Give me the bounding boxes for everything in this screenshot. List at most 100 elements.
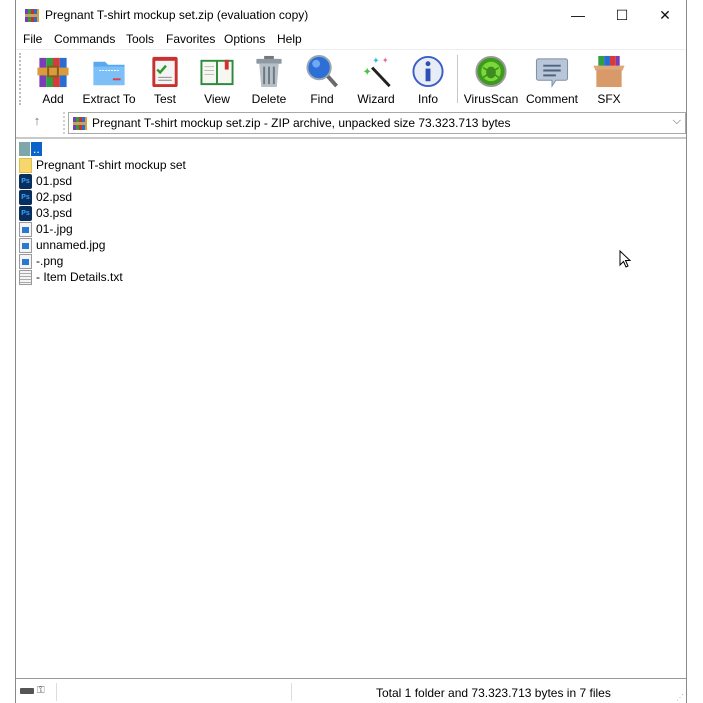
menu-tools[interactable]: Tools — [126, 32, 154, 46]
sfx-box-icon — [593, 55, 625, 88]
photoshop-file-icon: Ps — [19, 173, 32, 189]
file-name: unnamed.jpg — [36, 238, 106, 252]
view-book-icon — [200, 59, 234, 86]
list-item[interactable]: Ps 01.psd — [19, 173, 72, 189]
find-button[interactable]: Find — [304, 54, 340, 106]
view-label: View — [204, 92, 230, 106]
file-name: .. — [31, 142, 42, 156]
status-divider — [291, 683, 292, 701]
file-list[interactable]: .. Pregnant T-shirt mockup set Ps 01.psd… — [16, 137, 686, 679]
delete-label: Delete — [251, 92, 287, 106]
test-label: Test — [153, 92, 176, 106]
photoshop-file-icon: Ps — [19, 189, 32, 205]
file-name: 02.psd — [36, 190, 73, 204]
virus-scan-icon — [475, 55, 507, 88]
comment-button[interactable]: Comment — [526, 54, 578, 106]
key-icon[interactable]: ⚿ — [37, 686, 45, 696]
extract-folder-icon — [93, 61, 125, 86]
menu-file[interactable]: File — [23, 32, 42, 46]
mouse-cursor-icon — [619, 250, 632, 268]
text-file-icon — [19, 269, 32, 285]
menu-help[interactable]: Help — [277, 32, 302, 46]
comment-label: Comment — [526, 92, 579, 106]
comment-icon — [535, 58, 569, 88]
menu-options[interactable]: Options — [224, 32, 265, 46]
test-button[interactable]: Test — [147, 54, 183, 106]
toolbar-separator — [457, 55, 458, 103]
minimize-button[interactable]: — — [556, 0, 600, 30]
list-item[interactable]: Ps 02.psd — [19, 189, 72, 205]
list-item[interactable]: -.png — [19, 253, 63, 269]
menu-bar: File Commands Tools Favorites Options He… — [16, 30, 686, 49]
image-file-icon — [19, 253, 32, 269]
add-button[interactable]: Add — [35, 54, 71, 106]
virusscan-button[interactable]: VirusScan — [463, 54, 519, 106]
add-label: Add — [42, 92, 64, 106]
toolbar: Add Extract To Test View Delete Find ✦ ✦… — [16, 49, 686, 107]
image-file-icon — [19, 237, 32, 253]
info-button[interactable]: Info — [410, 54, 446, 106]
status-text: Total 1 folder and 73.323.713 bytes in 7… — [376, 686, 611, 700]
chevron-down-icon[interactable]: ⌵ — [673, 115, 681, 128]
list-item-parent[interactable]: .. — [19, 141, 42, 157]
folder-icon — [19, 157, 32, 173]
winrar-archive-icon — [73, 117, 87, 130]
address-grip[interactable] — [63, 112, 65, 134]
address-text: Pregnant T-shirt mockup set.zip - ZIP ar… — [92, 116, 511, 130]
trash-icon — [256, 55, 282, 88]
list-item[interactable]: Ps 03.psd — [19, 205, 72, 221]
image-file-icon — [19, 221, 32, 237]
maximize-button[interactable]: ☐ — [600, 0, 644, 30]
svg-text:✦: ✦ — [382, 56, 389, 65]
extract-to-label: Extract To — [82, 92, 136, 106]
status-divider — [56, 683, 57, 701]
list-item[interactable]: 01-.jpg — [19, 221, 73, 237]
file-name: - Item Details.txt — [36, 270, 123, 284]
virusscan-label: VirusScan — [463, 92, 519, 106]
arrow-up-icon: ↑ — [33, 113, 41, 128]
find-label: Find — [310, 92, 334, 106]
extract-to-button[interactable]: Extract To — [82, 54, 136, 106]
minimize-icon: — — [571, 7, 585, 23]
magnifier-icon — [306, 54, 339, 88]
list-item[interactable]: Pregnant T-shirt mockup set — [19, 157, 186, 173]
delete-button[interactable]: Delete — [250, 54, 288, 106]
title-bar: Pregnant T-shirt mockup set.zip (evaluat… — [16, 0, 686, 30]
view-button[interactable]: View — [196, 54, 238, 106]
file-name: 03.psd — [36, 206, 73, 220]
winrar-window: Pregnant T-shirt mockup set.zip (evaluat… — [15, 0, 687, 703]
menu-favorites[interactable]: Favorites — [166, 32, 215, 46]
drive-icon[interactable] — [20, 688, 34, 694]
status-bar: ⚿ Total 1 folder and 73.323.713 bytes in… — [16, 681, 686, 703]
file-name: Pregnant T-shirt mockup set — [36, 158, 186, 172]
magic-wand-icon: ✦ ✦ ✦ — [362, 56, 391, 88]
wizard-label: Wizard — [357, 92, 395, 106]
close-button[interactable]: ✕ — [643, 0, 687, 30]
close-icon: ✕ — [659, 6, 671, 23]
info-icon — [412, 55, 444, 88]
up-one-level-button[interactable]: ↑ — [26, 113, 48, 133]
list-item[interactable]: - Item Details.txt — [19, 269, 123, 285]
parent-folder-icon — [19, 142, 30, 156]
info-label: Info — [417, 92, 438, 106]
wizard-button[interactable]: ✦ ✦ ✦ Wizard — [356, 54, 396, 106]
file-name: 01.psd — [36, 174, 73, 188]
toolbar-grip[interactable] — [19, 53, 21, 105]
add-archive-icon — [37, 57, 69, 88]
photoshop-file-icon: Ps — [19, 205, 32, 221]
address-dropdown[interactable]: Pregnant T-shirt mockup set.zip - ZIP ar… — [68, 112, 686, 134]
list-item[interactable]: unnamed.jpg — [19, 237, 105, 253]
sfx-button[interactable]: SFX — [590, 54, 628, 106]
svg-text:✦: ✦ — [372, 56, 380, 66]
menu-commands[interactable]: Commands — [54, 32, 115, 46]
maximize-icon: ☐ — [615, 6, 629, 23]
svg-text:✦: ✦ — [362, 65, 372, 78]
address-bar: ↑ Pregnant T-shirt mockup set.zip - ZIP … — [16, 110, 686, 135]
sfx-label: SFX — [597, 92, 621, 106]
status-icons: ⚿ — [20, 686, 45, 696]
file-name: -.png — [36, 254, 64, 268]
resize-grip-icon[interactable]: ⋰ — [676, 693, 684, 702]
test-clipboard-icon — [152, 56, 178, 88]
window-title: Pregnant T-shirt mockup set.zip (evaluat… — [45, 8, 309, 22]
winrar-icon — [25, 9, 39, 22]
